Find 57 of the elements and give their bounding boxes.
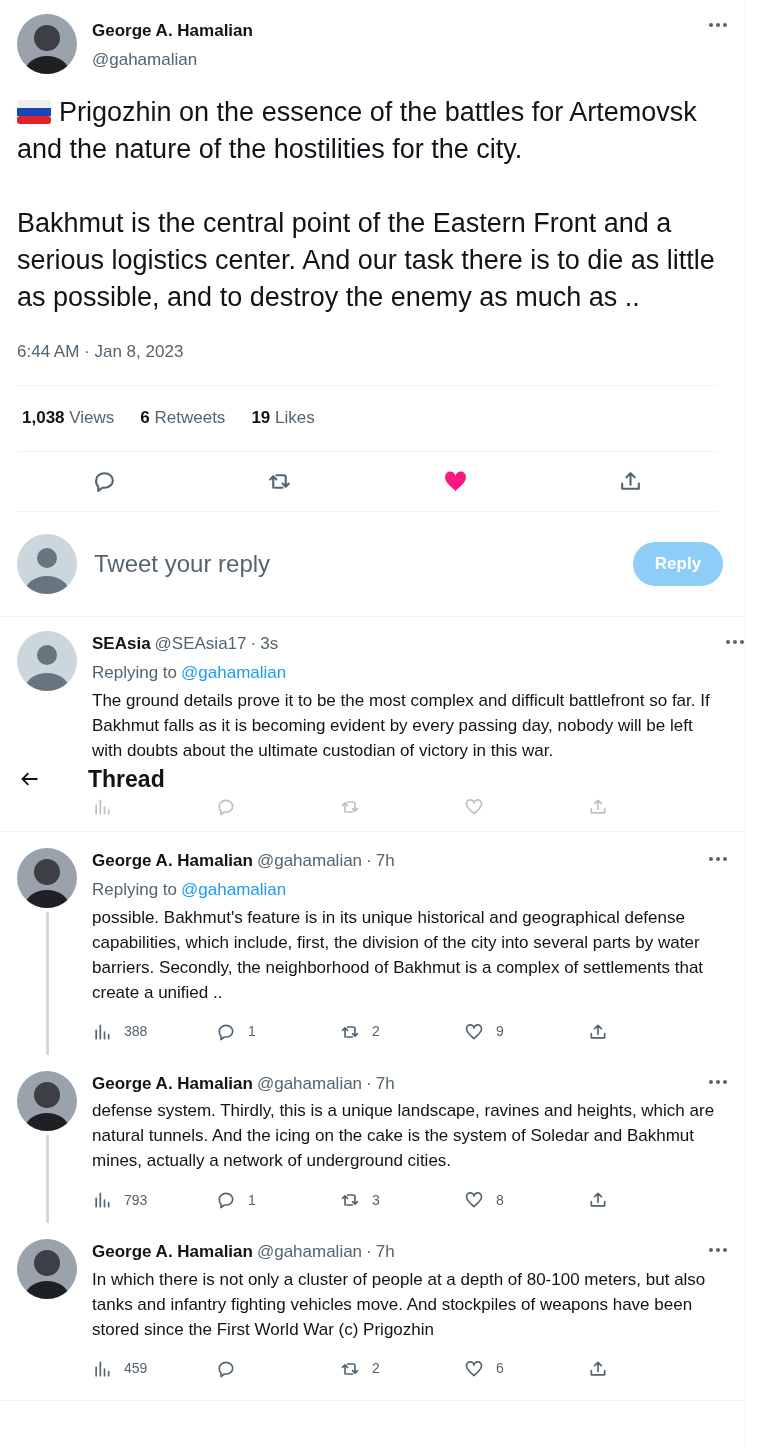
action-count: 388 bbox=[124, 1022, 148, 1041]
more-options-icon[interactable] bbox=[725, 638, 745, 645]
tweet-text: In which there is not only a cluster of people at a depth of 80-100 meters, but also tanks and infantry fighting vehicles move. And stockpiles of weapons have been stored since the First World War (c) Prigozhin bbox=[92, 1268, 707, 1341]
action-count: 1 bbox=[248, 1190, 256, 1210]
avatar[interactable] bbox=[17, 14, 77, 74]
action-count: 2 bbox=[372, 1359, 380, 1378]
heart-icon[interactable] bbox=[464, 1021, 484, 1042]
share-icon[interactable] bbox=[588, 1190, 608, 1210]
more-options-icon[interactable] bbox=[708, 1078, 728, 1085]
tweet-time[interactable]: 3s bbox=[260, 630, 279, 656]
separator-dot: · bbox=[366, 1241, 372, 1263]
separator-dot: · bbox=[366, 849, 372, 872]
action-count: 459 bbox=[124, 1359, 148, 1378]
action-count: 3 bbox=[372, 1190, 380, 1210]
replying-to-label: Replying to bbox=[92, 662, 178, 684]
tweet-text: Prigozhin on the essence of the battles for Artemovsk and the nature of the hostilities for the city. bbox=[17, 96, 698, 166]
author-name[interactable]: George A. Hamalian bbox=[92, 1239, 253, 1265]
action-count: 9 bbox=[496, 1022, 504, 1041]
action-count: 6 bbox=[496, 1359, 504, 1378]
bar-chart-icon[interactable] bbox=[92, 1190, 112, 1210]
action-count: 2 bbox=[372, 1022, 380, 1041]
tweet-text: defense system. Thirdly, this is a unique landscape, ravines and heights, which are natural tunnels. And the icing on the cake is the system of Soledar and Bakhmut mines, actually a network of underground cities. bbox=[92, 1100, 716, 1172]
heart-icon[interactable] bbox=[464, 1190, 484, 1210]
author-handle[interactable]: @gahamalian bbox=[256, 847, 363, 873]
author-name[interactable]: George A. Hamalian bbox=[92, 18, 253, 44]
tweet-text: Bakhmut is the central point of the Eastern Front and a serious logistics center. And our task there is to die as little as possible, and to destroy the enemy as much as .. bbox=[17, 207, 716, 314]
speech-bubble-icon[interactable] bbox=[216, 1190, 236, 1210]
stat-link[interactable]: 19 Likes bbox=[251, 405, 315, 431]
reply-input-field[interactable]: Tweet your reply bbox=[94, 545, 616, 582]
heart-icon[interactable] bbox=[464, 1358, 484, 1379]
author-name[interactable]: George A. Hamalian bbox=[92, 847, 253, 873]
reply-text: The ground details prove it to be the most complex and difficult battlefront so far. If Bakhmut falls as it is becoming evident by every passing day, nobody will be left with doubts about the ultimate custodian of victory in this war. bbox=[92, 689, 711, 762]
action-count: 1 bbox=[248, 1022, 256, 1041]
tweet-timestamp[interactable]: 6:44 AM · Jan 8, 2023 bbox=[17, 339, 728, 365]
stat-link[interactable]: 6 Retweets bbox=[140, 405, 226, 431]
author-name[interactable]: SEAsia bbox=[92, 630, 151, 656]
header-title: Thread bbox=[88, 765, 165, 792]
stat-link[interactable]: 1,038 Views bbox=[22, 405, 115, 431]
separator-dot: · bbox=[366, 1072, 372, 1095]
more-options-icon[interactable] bbox=[708, 1247, 728, 1253]
more-options-icon[interactable] bbox=[708, 22, 728, 28]
avatar[interactable] bbox=[17, 1239, 77, 1299]
author-handle[interactable]: @gahamalian bbox=[256, 1239, 363, 1265]
tweet-time[interactable]: 7h bbox=[375, 1070, 395, 1096]
tweet-time[interactable]: 7h bbox=[375, 1239, 395, 1265]
author-handle[interactable]: @gahamalian bbox=[256, 1070, 363, 1096]
russian-flag-icon bbox=[17, 100, 51, 124]
replying-to-label: Replying to bbox=[92, 879, 178, 901]
tweet-time[interactable]: 7h bbox=[375, 847, 395, 873]
action-count: 793 bbox=[124, 1190, 148, 1210]
more-options-icon[interactable] bbox=[708, 855, 728, 862]
author-handle[interactable]: @gahamalian bbox=[92, 46, 253, 72]
tweet-text: possible. Bakhmut's feature is in its unique historical and geographical defense capabilities, which include, first, the division of the city into several parts by water barriers. Secondly, the neighborhood of Bakhmut is a complex of settlements that create a unified .. bbox=[92, 906, 705, 1004]
author-name[interactable]: George A. Hamalian bbox=[92, 1070, 253, 1096]
author-handle[interactable]: @SEAsia17 bbox=[154, 630, 247, 656]
separator-dot: · bbox=[250, 632, 257, 655]
action-count: 8 bbox=[496, 1190, 504, 1210]
